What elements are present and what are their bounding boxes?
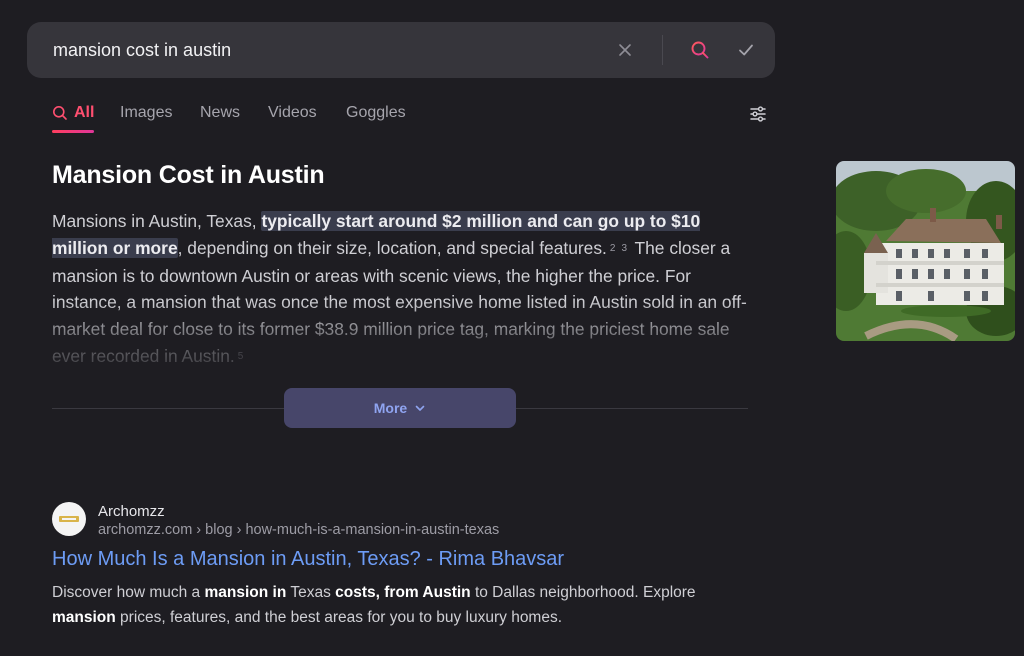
filter-settings-button[interactable]	[748, 104, 768, 124]
tab-videos-label: Videos	[268, 104, 317, 121]
tab-images-label: Images	[120, 104, 173, 121]
answer-title: Mansion Cost in Austin	[52, 161, 325, 189]
mansion-photo	[836, 161, 1015, 341]
citation-link[interactable]: 3	[621, 243, 627, 254]
snippet-match: mansion in	[204, 584, 287, 601]
tab-news-label: News	[200, 104, 241, 121]
tab-goggles-label: Goggles	[346, 104, 406, 121]
answer-fade-overlay	[52, 300, 752, 372]
tab-goggles[interactable]: Goggles	[346, 104, 406, 122]
search-bar	[27, 22, 775, 78]
submit-button[interactable]	[732, 36, 760, 64]
site-favicon[interactable]	[52, 502, 86, 536]
snippet-text: Texas	[286, 584, 336, 601]
snippet-text: prices, features, and the best areas for…	[115, 609, 563, 626]
checkmark-icon	[739, 44, 753, 56]
search-button[interactable]	[686, 36, 714, 64]
tab-videos[interactable]: Videos	[268, 104, 317, 122]
site-name[interactable]: Archomzz	[98, 503, 165, 520]
mansion-thumbnail[interactable]	[836, 161, 1015, 341]
result-url[interactable]: archomzz.com › blog › how-much-is-a-mans…	[98, 522, 499, 538]
site-logo-icon	[59, 516, 79, 522]
chevron-down-icon	[415, 405, 425, 411]
search-divider	[662, 35, 663, 65]
more-button[interactable]: More	[284, 388, 516, 428]
tab-all-label: All	[74, 104, 95, 121]
active-tab-indicator	[52, 130, 94, 133]
snippet-match: costs, from Austin	[335, 584, 471, 601]
clear-button[interactable]	[611, 36, 639, 64]
search-icon	[691, 41, 709, 59]
snippet-text: to Dallas neighborhood. Explore	[470, 584, 696, 601]
answer-text-intro: Mansions in Austin, Texas,	[52, 211, 262, 231]
more-button-label: More	[373, 400, 408, 416]
snippet-match: mansion	[52, 609, 116, 626]
tab-news[interactable]: News	[200, 104, 240, 122]
tab-images[interactable]: Images	[120, 104, 172, 122]
search-input[interactable]	[53, 38, 593, 62]
close-icon	[619, 44, 631, 56]
snippet-text: Discover how much a	[52, 584, 205, 601]
answer-text-details: , depending on their size, location, and…	[177, 237, 607, 258]
search-icon	[53, 106, 67, 120]
sliders-icon	[750, 106, 766, 122]
result-snippet: Discover how much a mansion in Texas cos…	[52, 580, 752, 630]
citation-link[interactable]: 2	[610, 243, 616, 254]
result-title-link[interactable]: How Much Is a Mansion in Austin, Texas? …	[52, 548, 564, 571]
tab-all[interactable]: All	[52, 104, 94, 122]
